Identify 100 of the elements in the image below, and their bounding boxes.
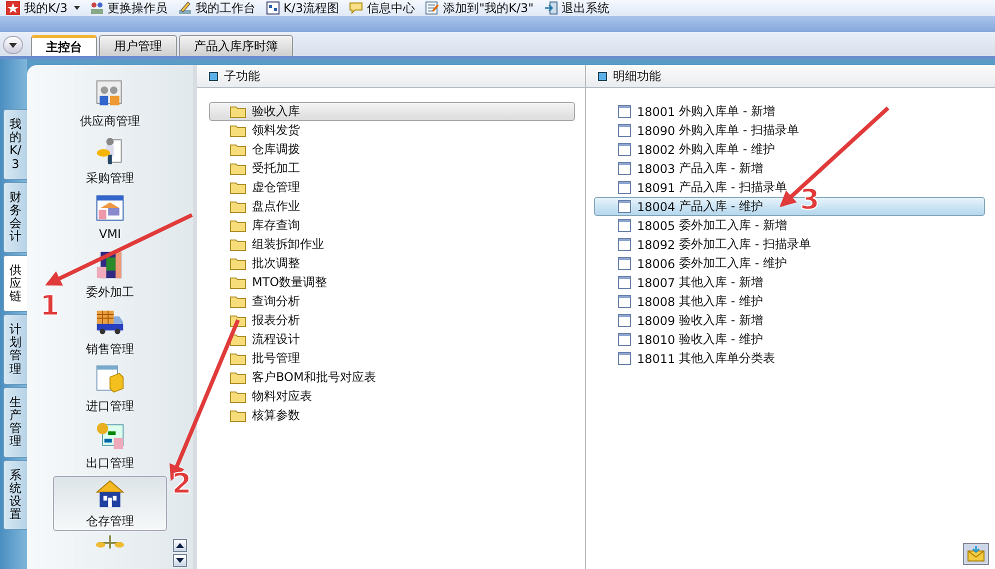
- folder-icon: [230, 295, 246, 308]
- function-item[interactable]: 18006 委外加工入库 - 维护: [594, 254, 985, 273]
- tab[interactable]: 产品入库序时簿: [179, 35, 293, 56]
- function-item[interactable]: 18008 其他入库 - 维护: [594, 292, 985, 311]
- document-icon: [618, 276, 631, 289]
- module-item[interactable]: 仓存管理: [53, 476, 167, 531]
- toolbar-button[interactable]: 添加到"我的K/3": [425, 0, 534, 16]
- folder-item[interactable]: 虚仓管理: [209, 178, 575, 197]
- folder-item[interactable]: 盘点作业: [209, 197, 575, 216]
- document-icon: [618, 162, 631, 175]
- document-icon: [618, 143, 631, 156]
- envelope-icon: [967, 546, 985, 562]
- document-icon: [618, 295, 631, 308]
- module-label: VMI: [98, 227, 122, 241]
- function-item[interactable]: 18090 外购入库单 - 扫描录单: [594, 121, 985, 140]
- pen-icon: [178, 1, 192, 15]
- document-icon: [618, 124, 631, 137]
- folder-icon: [230, 124, 246, 137]
- module-item[interactable]: 采购管理: [53, 134, 167, 189]
- side-tab[interactable]: 计划管理: [3, 314, 27, 385]
- function-item[interactable]: 18007 其他入库 - 新增: [594, 273, 985, 292]
- panel-title: 明细功能: [613, 68, 661, 84]
- function-item[interactable]: 18010 验收入库 - 维护: [594, 330, 985, 349]
- folder-item[interactable]: 核算参数: [209, 406, 575, 425]
- house-icon: [95, 479, 125, 509]
- folder-item[interactable]: MTO数量调整: [209, 273, 575, 292]
- toolbar-button[interactable]: 我的工作台: [178, 0, 256, 16]
- side-tab[interactable]: 系统设置: [3, 460, 27, 530]
- side-tab[interactable]: 我的K/3: [3, 109, 27, 180]
- down-arrow-icon: [176, 558, 184, 563]
- folder-icon: [230, 105, 246, 118]
- folder-icon: [230, 257, 246, 270]
- folder-icon: [230, 333, 246, 346]
- document-icon: [618, 238, 631, 251]
- folder-icon: [230, 181, 246, 194]
- function-item[interactable]: 18011 其他入库单分类表: [594, 349, 985, 368]
- tab[interactable]: 用户管理: [99, 35, 177, 56]
- module-item[interactable]: 供应商管理: [53, 77, 167, 132]
- function-item[interactable]: 18005 委外加工入库 - 新增: [594, 216, 985, 235]
- folder-item[interactable]: 批次调整: [209, 254, 575, 273]
- mail-button[interactable]: [963, 543, 989, 565]
- function-item[interactable]: 18002 外购入库单 - 维护: [594, 140, 985, 159]
- folder-item[interactable]: 查询分析: [209, 292, 575, 311]
- folder-item[interactable]: 受托加工: [209, 159, 575, 178]
- folder-item[interactable]: 领料发货: [209, 121, 575, 140]
- notepad-icon: [425, 1, 440, 15]
- side-tab[interactable]: 财务会计: [3, 182, 27, 252]
- dropdown-button[interactable]: [3, 36, 23, 54]
- toolbar-button[interactable]: 信息中心: [349, 0, 416, 16]
- speech-bubble-icon: [349, 1, 364, 15]
- panel-title: 子功能: [224, 68, 260, 84]
- folder-item[interactable]: 组装拆卸作业: [209, 235, 575, 254]
- scroll-up-button[interactable]: [173, 539, 187, 552]
- folder-item[interactable]: 客户BOM和批号对应表: [209, 368, 575, 387]
- function-item[interactable]: 18001 外购入库单 - 新增: [594, 102, 985, 121]
- module-label: 仓存管理: [86, 513, 134, 530]
- scroll-down-button[interactable]: [173, 554, 187, 567]
- box-icon: [95, 364, 125, 394]
- annotation-number: 2: [172, 470, 192, 498]
- tab[interactable]: 主控台: [31, 35, 97, 56]
- module-label: 供应商管理: [80, 113, 140, 130]
- folder-item[interactable]: 库存查询: [209, 216, 575, 235]
- module-item[interactable]: 进口管理: [53, 362, 167, 417]
- function-item[interactable]: 18009 验收入库 - 新增: [594, 311, 985, 330]
- folder-icon: [230, 200, 246, 213]
- module-label: 采购管理: [86, 170, 134, 187]
- function-item[interactable]: 18092 委外加工入库 - 扫描录单: [594, 235, 985, 254]
- toolbar-button[interactable]: 更换操作员: [90, 0, 168, 16]
- toolbar-button[interactable]: K/3流程图: [266, 0, 340, 16]
- folder-item[interactable]: 物料对应表: [209, 387, 575, 406]
- folder-icon: [230, 219, 246, 232]
- side-tab[interactable]: 生产管理: [3, 386, 27, 458]
- document-icon: [618, 105, 631, 118]
- toolbar-button[interactable]: 退出系统: [544, 0, 610, 16]
- square-icon: [598, 72, 607, 80]
- folder-item[interactable]: 验收入库: [209, 102, 575, 121]
- module-item[interactable]: VMI: [53, 191, 167, 246]
- window-icon: [95, 193, 125, 223]
- folder-item[interactable]: 流程设计: [209, 330, 575, 349]
- toolbar-button[interactable]: 我的K/3: [6, 0, 80, 16]
- document-icon: [618, 219, 631, 232]
- function-item[interactable]: 18003 产品入库 - 新增: [594, 159, 985, 178]
- folder-icon: [230, 238, 246, 251]
- document-icon: [618, 314, 631, 327]
- folder-item[interactable]: 批号管理: [209, 349, 575, 368]
- document-icon: [618, 200, 631, 213]
- side-tab[interactable]: 供应链: [3, 254, 27, 312]
- folder-icon: [230, 371, 246, 384]
- module-label: 委外加工: [86, 284, 134, 301]
- exit-icon: [544, 1, 558, 15]
- folder-item[interactable]: 仓库调拨: [209, 140, 575, 159]
- folder-item[interactable]: 报表分析: [209, 311, 575, 330]
- module-item[interactable]: 出口管理: [53, 419, 167, 474]
- folder-icon: [230, 409, 246, 422]
- document-icon: [618, 181, 631, 194]
- star-icon: [6, 1, 20, 15]
- people-icon: [90, 1, 104, 15]
- folder-icon: [230, 390, 246, 403]
- document-icon: [618, 352, 631, 365]
- up-arrow-icon: [176, 543, 184, 548]
